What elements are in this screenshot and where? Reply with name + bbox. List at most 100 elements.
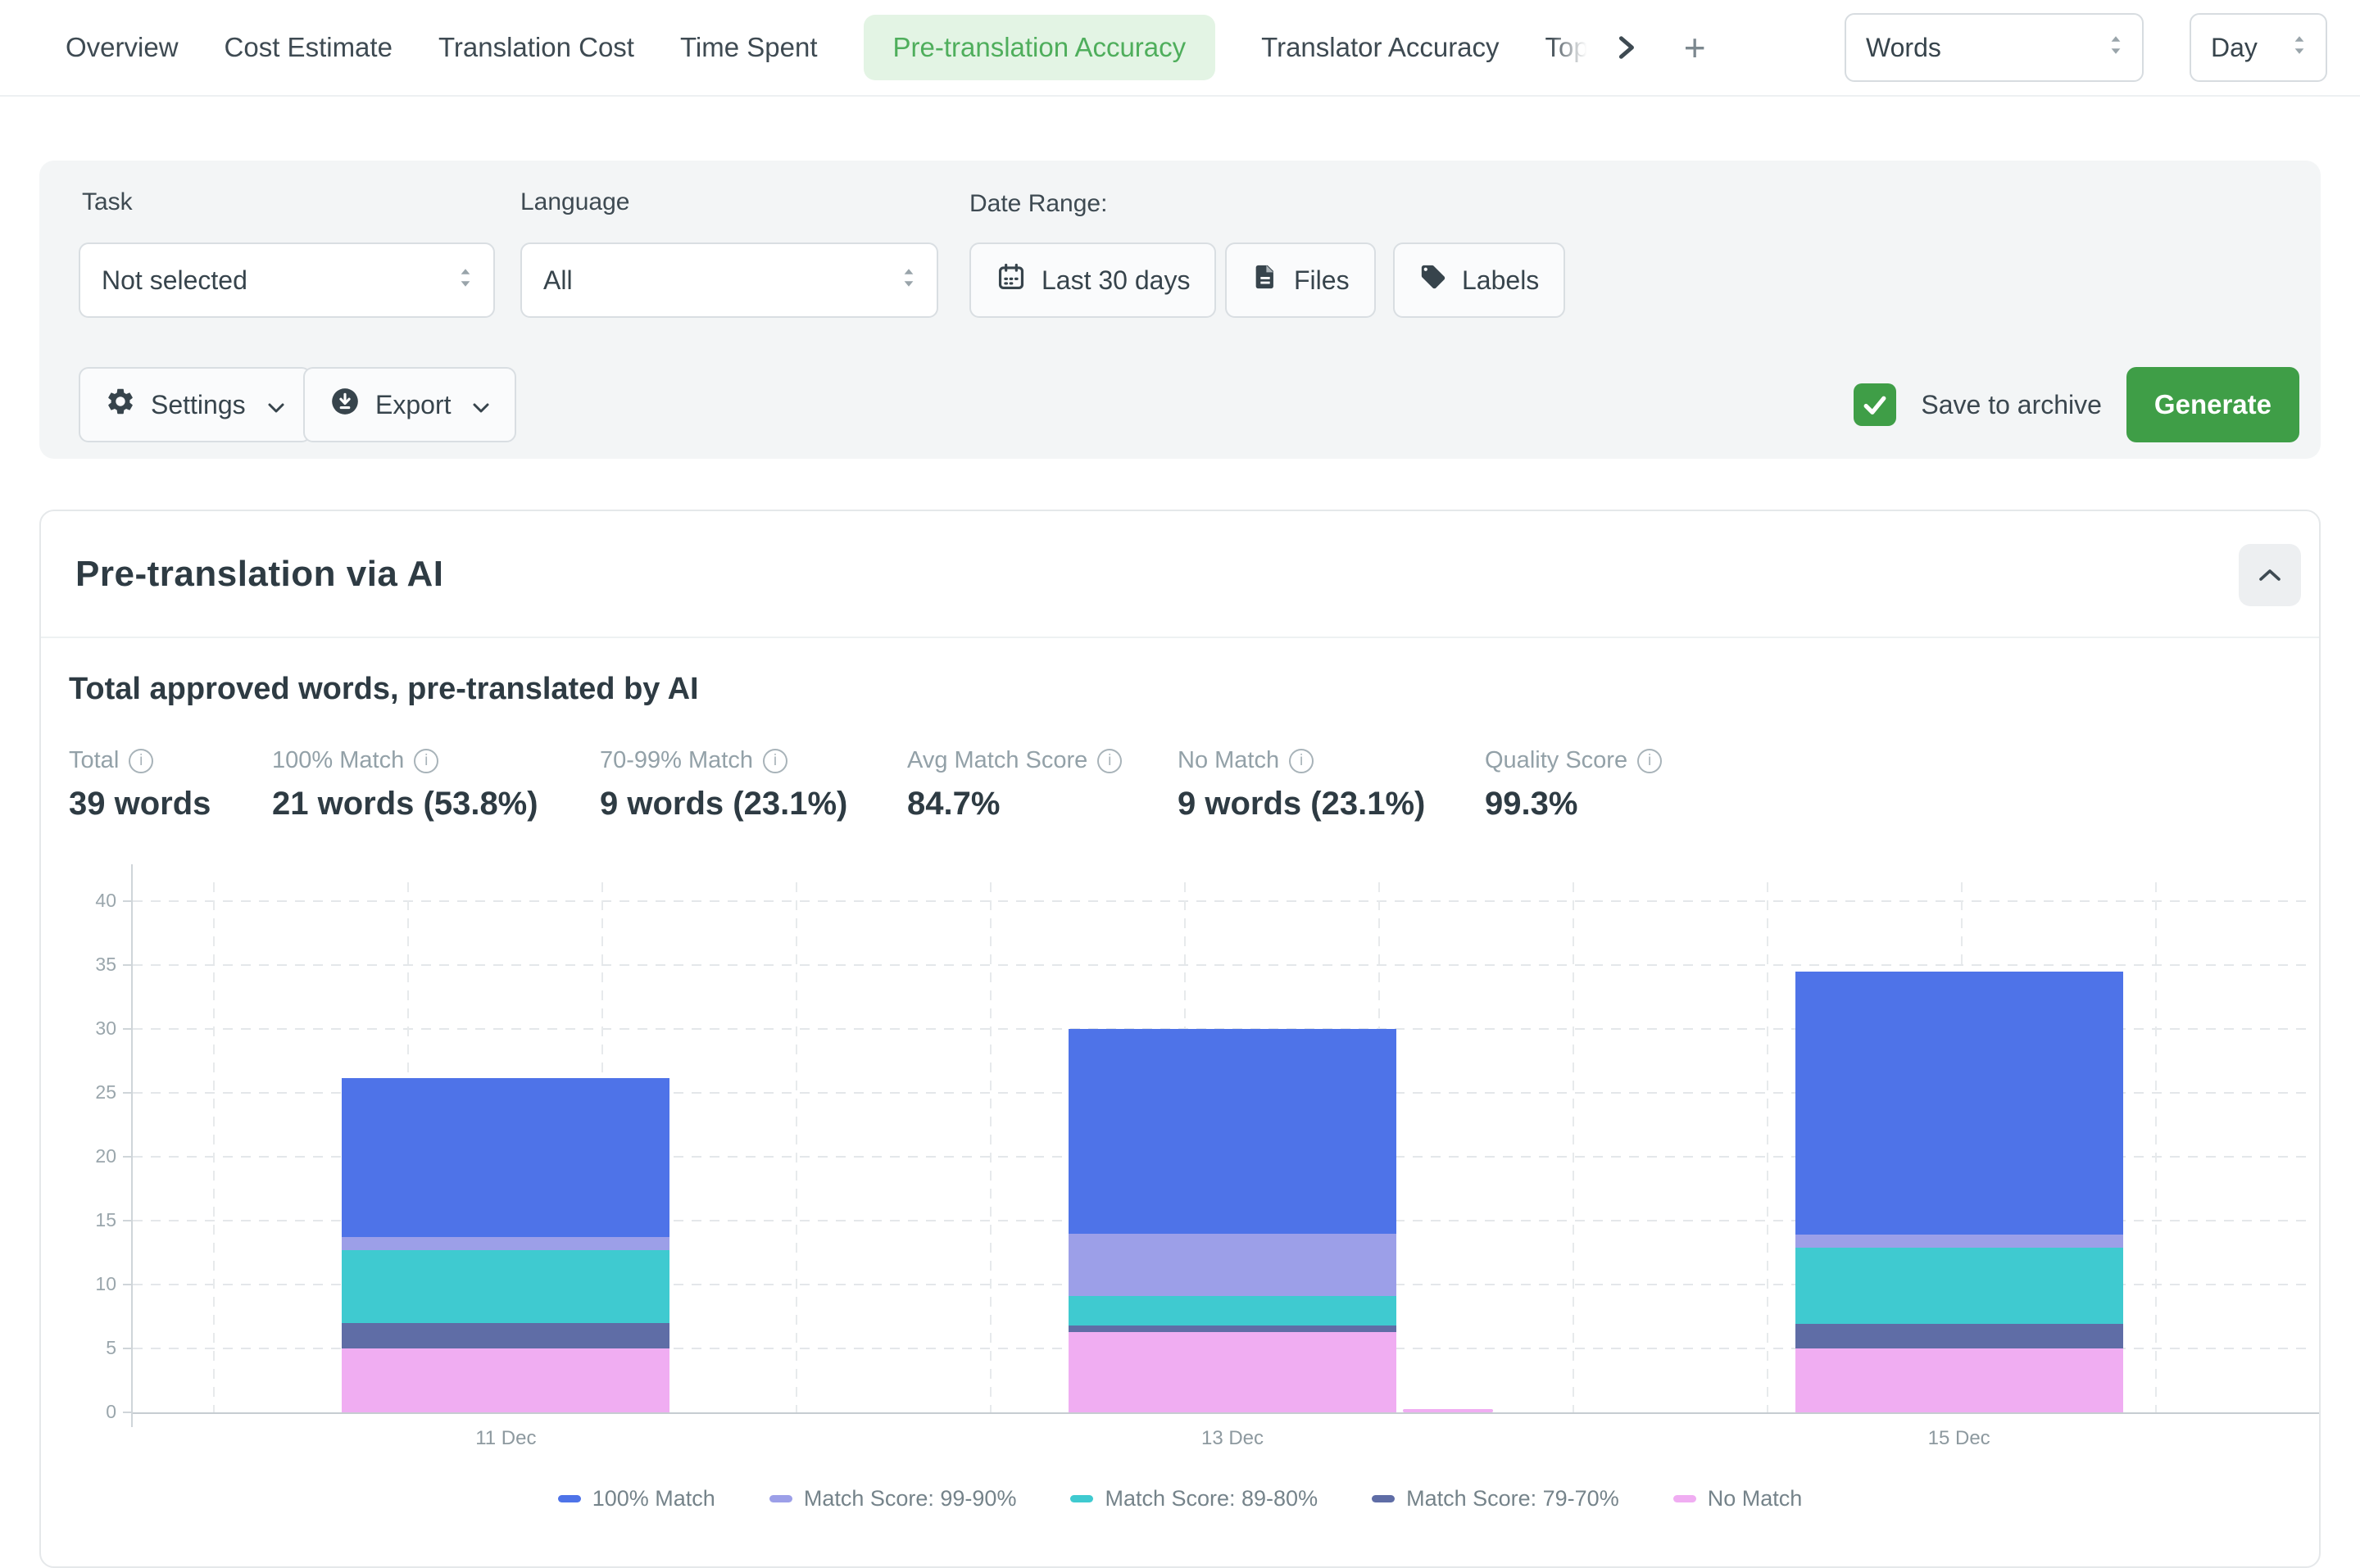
legend-item[interactable]: Match Score: 79-70% — [1372, 1486, 1619, 1511]
file-document-icon — [1251, 263, 1279, 297]
info-icon[interactable]: i — [1289, 749, 1314, 773]
info-icon[interactable]: i — [1637, 749, 1662, 773]
bar-segment[interactable] — [1795, 1248, 2123, 1325]
tab-top-clipped[interactable]: Top — [1545, 32, 1589, 63]
date-range-button[interactable]: Last 30 days — [969, 242, 1216, 318]
save-to-archive-label: Save to archive — [1921, 390, 2102, 420]
labels-button-label: Labels — [1462, 265, 1539, 296]
bar-segment[interactable] — [1069, 1326, 1396, 1332]
language-select[interactable]: All — [520, 242, 938, 318]
x-gridline — [2155, 882, 2157, 1412]
bar-segment[interactable] — [342, 1323, 669, 1348]
pre-translation-card: Pre-translation via AI Total approved wo… — [39, 510, 2321, 1568]
bar-segment[interactable] — [1069, 1234, 1396, 1296]
info-icon[interactable]: i — [414, 749, 438, 773]
y-axis-tick — [123, 1028, 133, 1030]
y-axis-tick-label: 5 — [75, 1337, 116, 1359]
chevron-right-icon[interactable] — [1613, 34, 1638, 61]
files-button[interactable]: Files — [1225, 242, 1376, 318]
y-axis-tick — [123, 1284, 133, 1285]
export-button[interactable]: Export — [303, 367, 516, 442]
legend-item[interactable]: No Match — [1673, 1486, 1803, 1511]
legend-swatch — [1673, 1495, 1696, 1502]
tab-translation-cost[interactable]: Translation Cost — [438, 32, 634, 63]
legend-label: Match Score: 79-70% — [1406, 1486, 1619, 1511]
filters-panel: Task Language Date Range: Not selected A… — [39, 161, 2321, 459]
bar-segment[interactable] — [1069, 1029, 1396, 1233]
y-axis-tick-label: 10 — [75, 1273, 116, 1295]
stat-100-match: 100% Matchi 21 words (53.8%) — [272, 747, 538, 823]
add-tab-plus-icon[interactable]: + — [1684, 29, 1706, 66]
x-gridline — [1573, 882, 1574, 1412]
y-axis-tick-label: 15 — [75, 1209, 116, 1231]
bar-segment[interactable] — [1069, 1296, 1396, 1326]
tab-overview[interactable]: Overview — [66, 32, 179, 63]
y-axis-tick — [123, 1412, 133, 1413]
stat-label: No Match — [1178, 747, 1279, 774]
task-select[interactable]: Not selected — [79, 242, 495, 318]
bar-segment[interactable] — [342, 1250, 669, 1323]
stat-no-match: No Match i 9 words (23.1%) — [1178, 747, 1425, 823]
generate-actions: Save to archive Generate — [1854, 367, 2299, 442]
updown-arrows-icon — [459, 265, 472, 296]
x-gridline — [1767, 882, 1768, 1412]
chevron-down-icon — [267, 390, 285, 420]
stat-value: 84.7% — [907, 786, 1122, 823]
updown-arrows-icon — [2109, 33, 2122, 63]
tab-translator-accuracy[interactable]: Translator Accuracy — [1261, 32, 1499, 63]
y-axis-tick — [123, 900, 133, 902]
settings-button-label: Settings — [151, 390, 246, 420]
y-axis-tick — [123, 964, 133, 966]
info-icon[interactable]: i — [129, 749, 153, 773]
y-axis-tick — [123, 1220, 133, 1221]
bar-segment[interactable] — [342, 1348, 669, 1412]
bar-segment[interactable] — [1795, 1348, 2123, 1412]
x-axis-line — [133, 1412, 2319, 1414]
x-axis-label: 15 Dec — [1877, 1427, 2041, 1450]
bar-segment[interactable] — [342, 1237, 669, 1250]
y-axis-tick — [123, 1092, 133, 1094]
info-icon[interactable]: i — [1097, 749, 1122, 773]
updown-arrows-icon — [2293, 33, 2306, 63]
y-axis-tick-label: 30 — [75, 1017, 116, 1040]
y-gridline — [133, 900, 2312, 902]
stat-value: 9 words (23.1%) — [1178, 786, 1425, 823]
generate-button[interactable]: Generate — [2126, 367, 2299, 442]
legend-item[interactable]: Match Score: 89-80% — [1070, 1486, 1318, 1511]
date-range-button-label: Last 30 days — [1042, 265, 1190, 296]
labels-button[interactable]: Labels — [1393, 242, 1565, 318]
bar-segment[interactable] — [1069, 1332, 1396, 1412]
collapse-card-button[interactable] — [2239, 544, 2301, 606]
info-icon[interactable]: i — [763, 749, 787, 773]
legend-swatch — [1372, 1495, 1395, 1502]
bar-segment[interactable] — [1795, 972, 2123, 1235]
card-title: Pre-translation via AI — [75, 554, 444, 595]
legend-item[interactable]: Match Score: 99-90% — [769, 1486, 1017, 1511]
tab-time-spent[interactable]: Time Spent — [680, 32, 818, 63]
legend-item[interactable]: 100% Match — [558, 1486, 715, 1511]
tab-pre-translation-accuracy[interactable]: Pre-translation Accuracy — [864, 15, 1216, 80]
stat-total: Totali 39 words — [69, 747, 211, 823]
tab-cost-estimate[interactable]: Cost Estimate — [225, 32, 393, 63]
stat-quality-score: Quality Scorei 99.3% — [1485, 747, 1662, 823]
stat-value: 21 words (53.8%) — [272, 786, 538, 823]
legend-label: 100% Match — [592, 1486, 715, 1511]
x-gridline — [213, 882, 215, 1412]
tag-icon — [1419, 263, 1447, 297]
unit-select[interactable]: Words — [1845, 13, 2144, 82]
stat-value: 9 words (23.1%) — [600, 786, 847, 823]
bar-segment[interactable] — [342, 1078, 669, 1238]
save-to-archive-checkbox[interactable] — [1854, 383, 1896, 426]
bar-segment[interactable] — [1795, 1235, 2123, 1248]
period-select[interactable]: Day — [2190, 13, 2327, 82]
legend-label: No Match — [1708, 1486, 1803, 1511]
language-label: Language — [520, 188, 629, 216]
legend-swatch — [1070, 1495, 1093, 1502]
stat-value: 99.3% — [1485, 786, 1662, 823]
export-button-label: Export — [375, 390, 451, 420]
bar-segment[interactable] — [1795, 1324, 2123, 1348]
settings-button[interactable]: Settings — [79, 367, 311, 442]
y-axis-tick-label: 0 — [75, 1401, 116, 1423]
x-axis-label: 13 Dec — [1150, 1427, 1314, 1450]
stat-70-99-match: 70-99% Matchi 9 words (23.1%) — [600, 747, 847, 823]
